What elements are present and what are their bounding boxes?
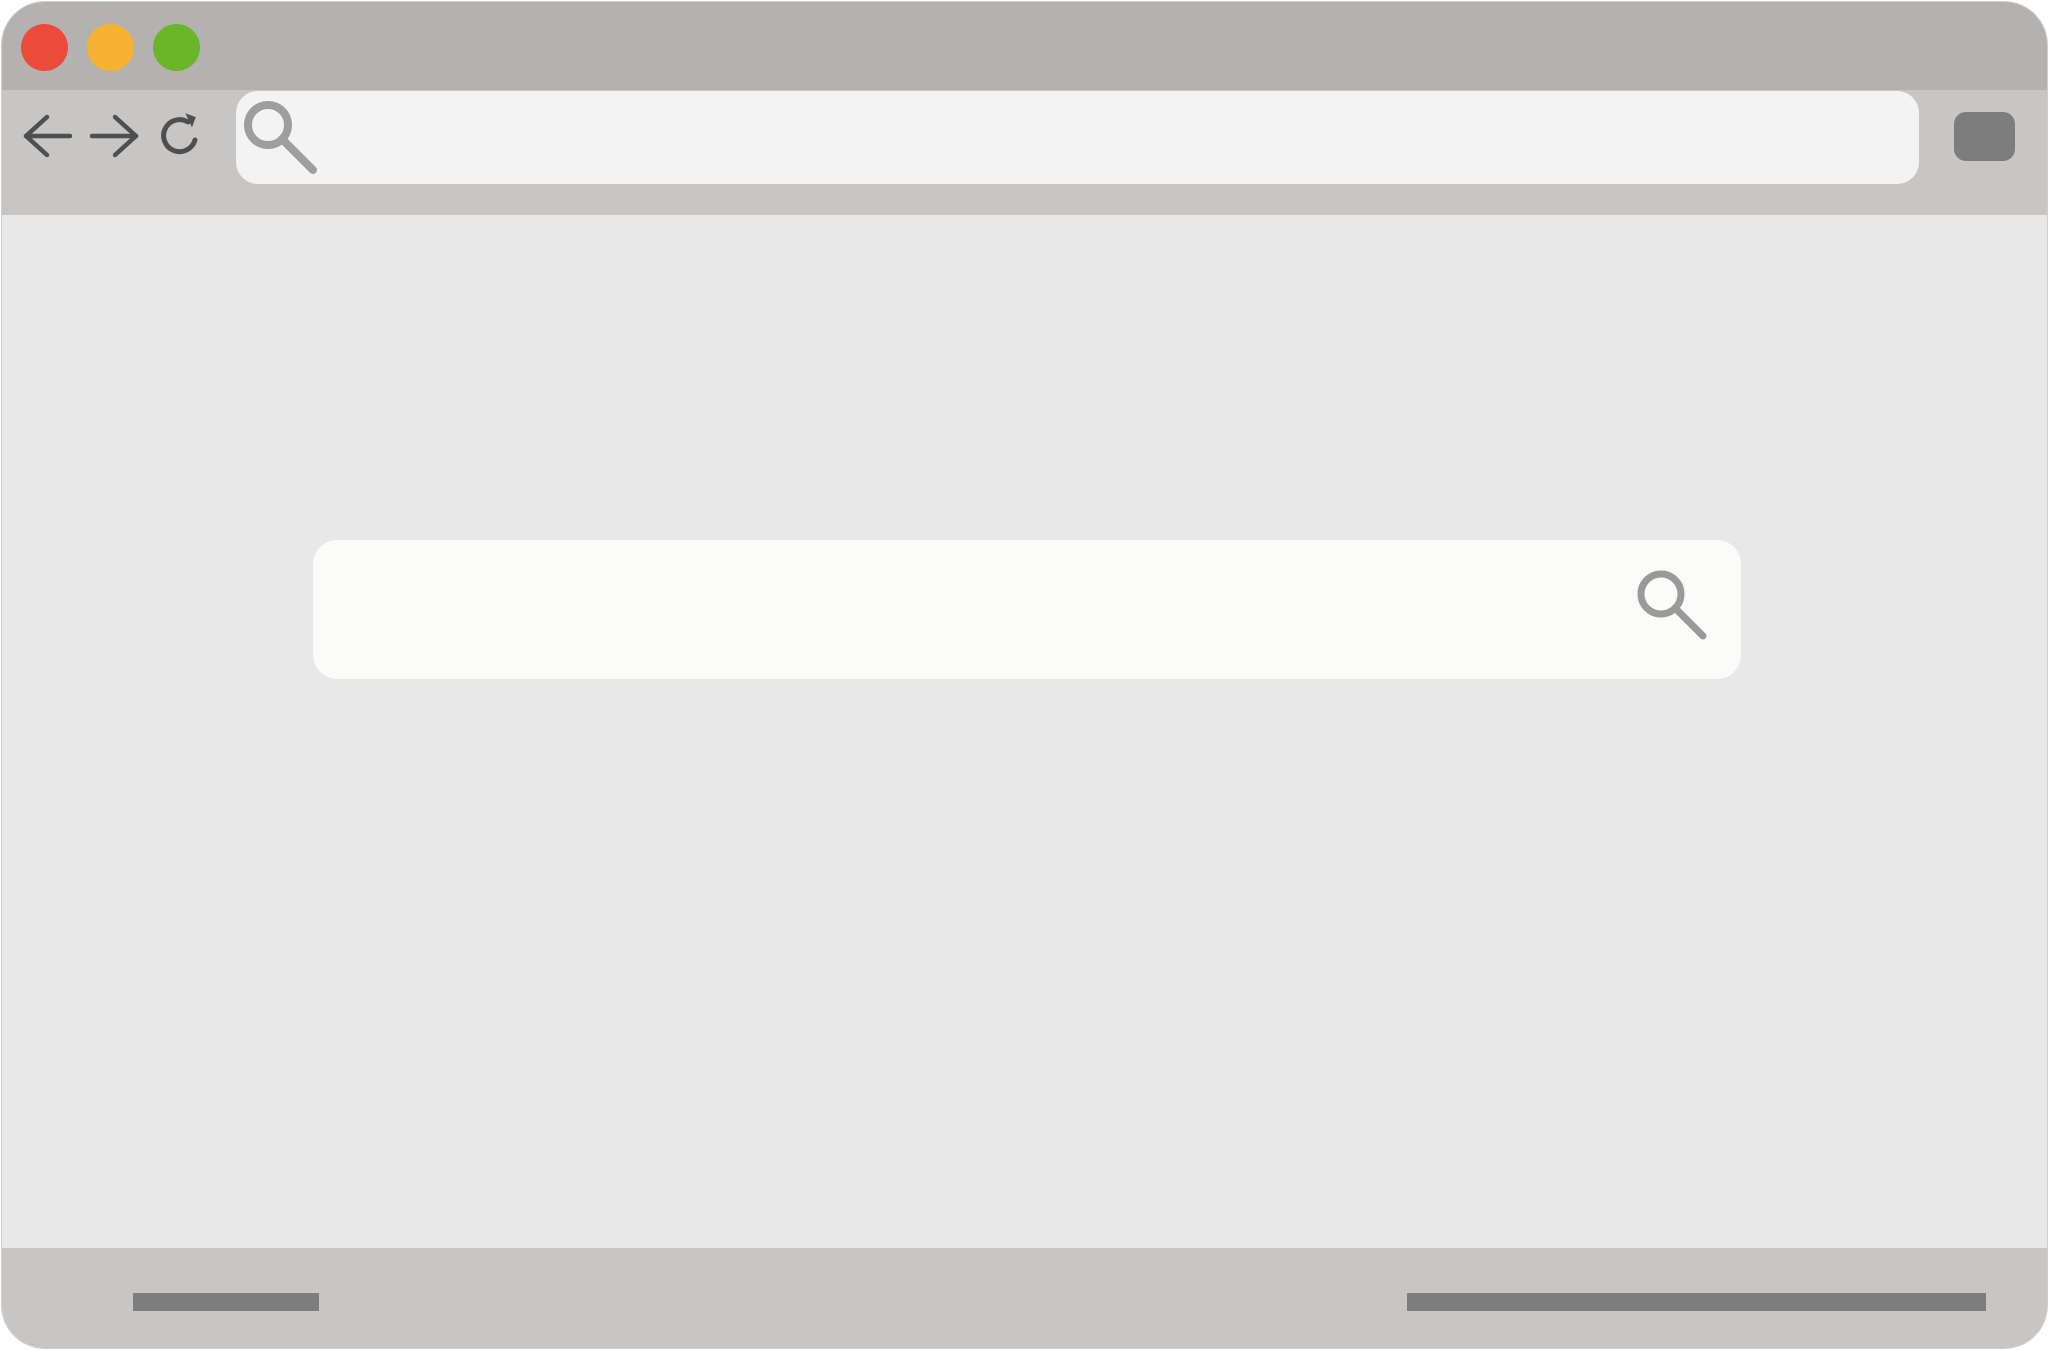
status-bar-left <box>133 1293 319 1311</box>
arrow-right-icon <box>89 114 139 158</box>
menu-button[interactable] <box>1954 112 2015 161</box>
arrow-left-icon <box>23 114 73 158</box>
reload-icon <box>161 113 198 155</box>
title-bar <box>2 2 2047 90</box>
close-window-button[interactable] <box>21 24 68 71</box>
search-icon <box>244 101 317 174</box>
reload-button[interactable] <box>154 112 206 160</box>
status-bar-right <box>1407 1293 1986 1311</box>
forward-button[interactable] <box>86 112 142 160</box>
maximize-window-button[interactable] <box>153 24 200 71</box>
address-bar[interactable] <box>236 91 1919 184</box>
page-content <box>2 215 2047 1248</box>
back-button[interactable] <box>20 112 76 160</box>
status-bar <box>2 1248 2047 1348</box>
search-button[interactable] <box>1634 568 1714 648</box>
minimize-window-button[interactable] <box>87 24 134 71</box>
browser-window <box>1 1 2048 1349</box>
search-input[interactable] <box>349 570 1603 650</box>
search-box[interactable] <box>313 540 1741 679</box>
search-icon <box>1637 570 1707 640</box>
address-input[interactable] <box>328 105 1892 167</box>
browser-toolbar <box>2 90 2047 215</box>
